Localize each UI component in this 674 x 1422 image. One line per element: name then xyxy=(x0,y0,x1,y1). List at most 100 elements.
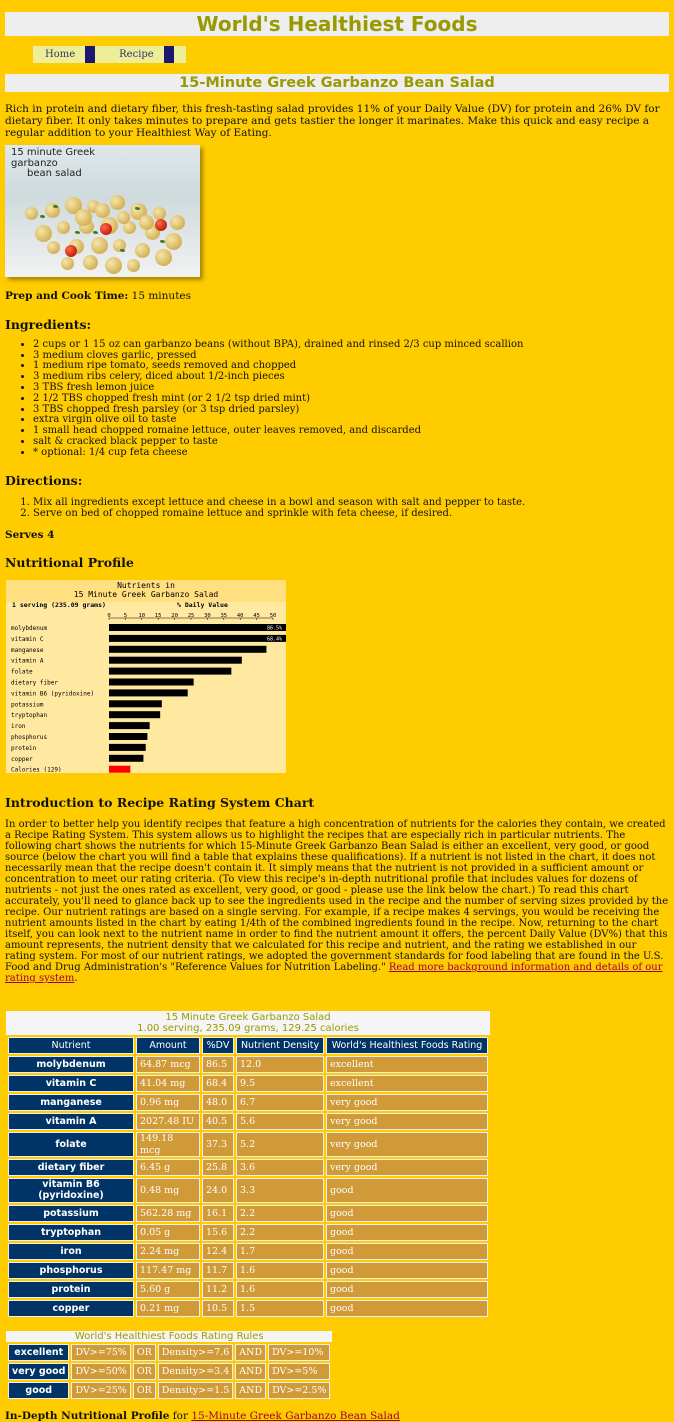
cell-dv: 68.4 xyxy=(202,1075,234,1093)
bean-shape xyxy=(105,257,122,275)
cell-amount: 6.45 g xyxy=(136,1158,200,1176)
bean-shape xyxy=(155,249,172,267)
rule-cell: Density>=3.4 xyxy=(157,1362,234,1380)
cell-nutrient: molybdenum xyxy=(8,1056,134,1074)
nav-tab-cap xyxy=(163,46,174,63)
bean-shape xyxy=(135,243,150,259)
cell-rating: good xyxy=(326,1204,488,1222)
chart-bar xyxy=(109,765,131,773)
rule-rating: very good xyxy=(8,1362,70,1380)
table-caption-serving: 1.00 serving, 235.09 grams, 129.25 calor… xyxy=(137,1023,359,1035)
rule-cell: AND xyxy=(235,1381,267,1399)
tomato-shape xyxy=(65,245,77,258)
table-row: iron 2.24 mg 12.4 1.7 good xyxy=(8,1242,488,1260)
table-row: copper 0.21 mg 10.5 1.5 good xyxy=(8,1299,488,1317)
directions-heading: Directions: xyxy=(5,472,83,488)
cell-amount: 2.24 mg xyxy=(136,1242,200,1260)
recipe-intro: Rich in protein and dietary fiber, this … xyxy=(5,103,660,140)
cell-amount: 0.05 g xyxy=(136,1223,200,1241)
cell-amount: 64.87 mcg xyxy=(136,1056,200,1074)
cell-dv: 12.4 xyxy=(202,1242,234,1260)
chart-bar xyxy=(109,722,150,730)
cell-nutrient: vitamin B6 (pyridoxine) xyxy=(8,1177,134,1203)
cell-dv: 15.6 xyxy=(202,1223,234,1241)
serves: Serves 4 xyxy=(5,528,55,541)
cell-rating: good xyxy=(326,1242,488,1260)
chart-category-label: vitamin C xyxy=(11,636,44,643)
header-amount: Amount xyxy=(136,1037,200,1055)
bean-shape xyxy=(35,225,52,243)
chart-category-label: folate xyxy=(11,669,33,676)
cell-dv: 11.2 xyxy=(202,1280,234,1298)
cell-nutrient: dietary fiber xyxy=(8,1158,134,1176)
rule-cell: DV>=10% xyxy=(268,1343,331,1361)
nav-home-tab[interactable]: Home xyxy=(33,46,108,63)
bean-shape xyxy=(91,237,108,255)
cell-amount: 2027.48 IU xyxy=(136,1113,200,1131)
chart-bar xyxy=(109,678,194,686)
table-caption: 15 Minute Greek Garbanzo Salad 1.00 serv… xyxy=(6,1011,490,1036)
chart-bar xyxy=(109,667,232,675)
rule-rating: excellent xyxy=(8,1343,70,1361)
cell-density: 1.5 xyxy=(236,1299,324,1317)
table-body: molybdenum 64.87 mcg 86.5 12.0 excellent vita… xyxy=(8,1056,488,1317)
cell-rating: very good xyxy=(326,1113,488,1131)
table-row: folate 149.18 mcg 37.3 5.2 very good xyxy=(8,1132,488,1157)
chart-value-label: 68.4% xyxy=(267,637,282,643)
rules-row: good DV>=25% OR Density>=1.5 AND DV>=2.5% xyxy=(8,1381,331,1399)
cell-density: 5.6 xyxy=(236,1113,324,1131)
bean-shape xyxy=(47,241,60,255)
herb-shape xyxy=(160,240,165,244)
cell-amount: 0.48 mg xyxy=(136,1177,200,1203)
indepth-label: In-Depth Nutritional Profile xyxy=(5,1409,170,1422)
table-row: manganese 0.96 mg 48.0 6.7 very good xyxy=(8,1094,488,1112)
herb-shape xyxy=(75,231,80,235)
cell-density: 1.6 xyxy=(236,1280,324,1298)
cell-rating: very good xyxy=(326,1158,488,1176)
recipe-title: 15-Minute Greek Garbanzo Bean Salad xyxy=(5,74,669,92)
indepth-profile-link[interactable]: 15-Minute Greek Garbanzo Bean Salad xyxy=(191,1410,400,1422)
chart-bar xyxy=(109,744,146,752)
bean-shape xyxy=(57,221,70,235)
herb-shape xyxy=(40,215,45,219)
cell-nutrient: phosphorus xyxy=(8,1261,134,1279)
table-row: vitamin C 41.04 mg 68.4 9.5 excellent xyxy=(8,1075,488,1093)
cell-density: 5.2 xyxy=(236,1132,324,1157)
cell-amount: 149.18 mcg xyxy=(136,1132,200,1157)
nav-recipe-tab[interactable]: Recipe xyxy=(107,46,186,63)
cell-density: 9.5 xyxy=(236,1075,324,1093)
rule-cell: DV>=2.5% xyxy=(268,1381,331,1399)
rule-cell: DV>=75% xyxy=(71,1343,131,1361)
cell-rating: excellent xyxy=(326,1075,488,1093)
rule-cell: AND xyxy=(235,1362,267,1380)
site-title: World's Healthiest Foods xyxy=(5,12,669,36)
table-row: phosphorus 117.47 mg 11.7 1.6 good xyxy=(8,1261,488,1279)
table-row: vitamin A 2027.48 IU 40.5 5.6 very good xyxy=(8,1113,488,1131)
rule-cell: OR xyxy=(132,1343,156,1361)
bean-shape xyxy=(165,233,182,251)
herb-shape xyxy=(53,205,58,209)
cell-dv: 48.0 xyxy=(202,1094,234,1112)
chart-value-label: 86.5% xyxy=(267,626,282,632)
table-caption-title: 15 Minute Greek Garbanzo Salad xyxy=(165,1012,331,1024)
cell-density: 3.6 xyxy=(236,1158,324,1176)
nav-tab-cap xyxy=(85,46,96,63)
cell-amount: 5.60 g xyxy=(136,1280,200,1298)
rating-intro-body: In order to better help you identify rec… xyxy=(5,819,669,974)
photo-caption-line2: bean salad xyxy=(27,168,82,180)
bean-shape xyxy=(25,207,38,221)
cell-amount: 0.96 mg xyxy=(136,1094,200,1112)
chart-category-label: molybdenum xyxy=(11,625,48,632)
cell-density: 1.7 xyxy=(236,1242,324,1260)
cell-amount: 117.47 mg xyxy=(136,1261,200,1279)
cell-density: 12.0 xyxy=(236,1056,324,1074)
cell-amount: 562.28 mg xyxy=(136,1204,200,1222)
prep-time-value: 15 minutes xyxy=(128,290,192,303)
header-density: Nutrient Density xyxy=(236,1037,324,1055)
nutrient-rating-table: 15 Minute Greek Garbanzo Salad 1.00 serv… xyxy=(6,1011,490,1319)
rating-intro-text: In order to better help you identify rec… xyxy=(5,819,669,984)
chart-bar xyxy=(109,635,286,643)
rule-cell: Density>=7.6 xyxy=(157,1343,234,1361)
chart-bar xyxy=(109,645,267,653)
table-row: tryptophan 0.05 g 15.6 2.2 good xyxy=(8,1223,488,1241)
